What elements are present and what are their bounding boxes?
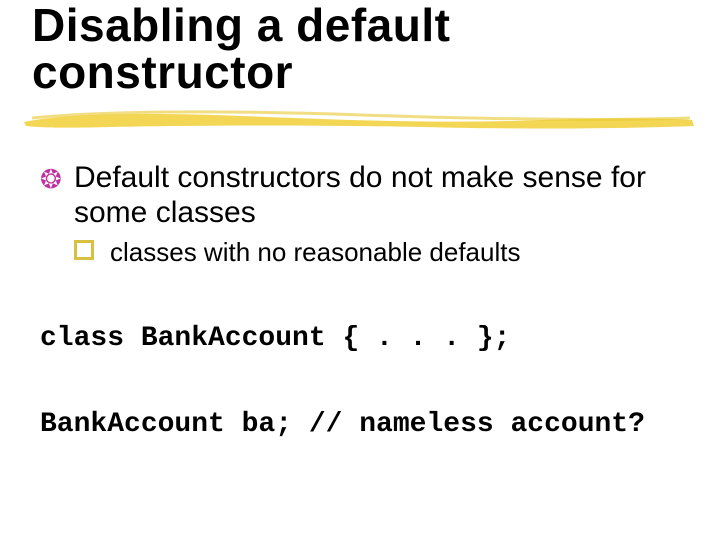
title-underline [22,108,698,132]
snowflake-bullet-icon: ❂ [40,166,62,192]
slide: Disabling a default constructor ❂ Defaul… [0,0,720,540]
title-line-1: Disabling a default [32,0,450,51]
bullet-1-text: Default constructors do not make sense f… [74,161,646,229]
code-line-2: BankAccount ba; // nameless account? [40,408,720,442]
code-line-1: class BankAccount { . . . }; [40,322,680,356]
bullet-level-2: classes with no reasonable defaults [74,237,680,268]
square-bullet-icon [74,240,94,260]
bullet-1a-text: classes with no reasonable defaults [110,237,520,267]
slide-body: ❂ Default constructors do not make sense… [40,160,680,268]
bullet-level-1: ❂ Default constructors do not make sense… [40,160,680,231]
slide-title: Disabling a default constructor [32,2,672,96]
title-line-2: constructor [32,46,293,98]
brushstroke-icon [22,108,698,132]
